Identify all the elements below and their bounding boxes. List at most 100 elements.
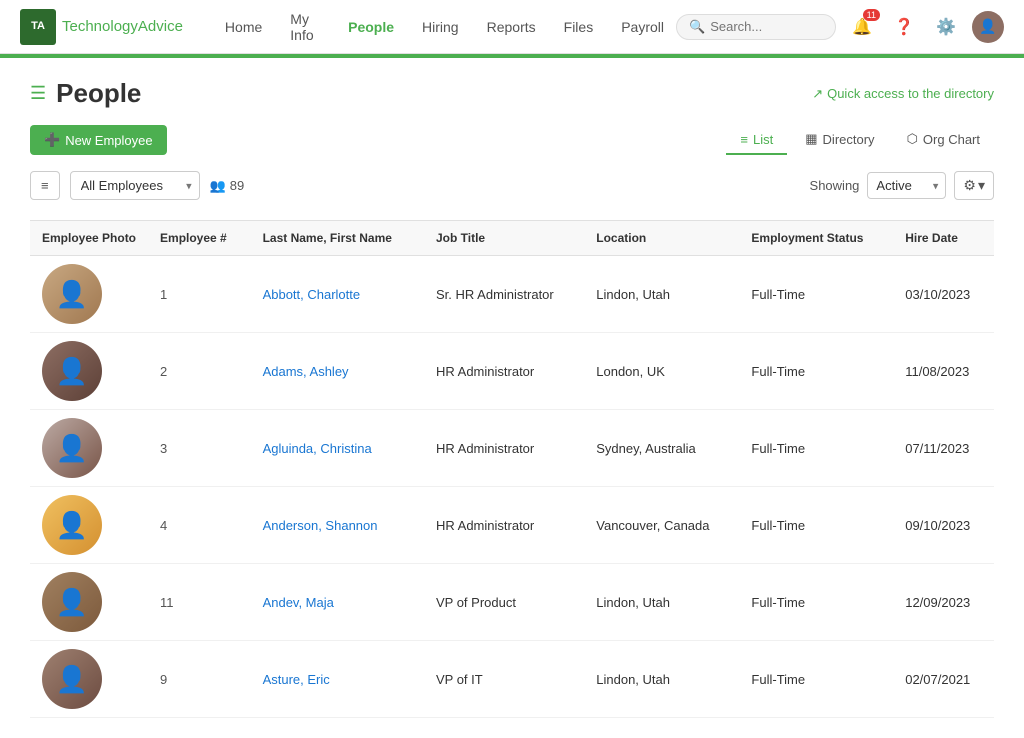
- table-header: Employee Photo Employee # Last Name, Fir…: [30, 221, 994, 256]
- employee-status: Full-Time: [739, 333, 893, 410]
- person-icon: 👤: [56, 433, 88, 464]
- orgchart-icon: ⬡: [907, 131, 918, 147]
- employee-hire-date: 09/10/2023: [893, 487, 994, 564]
- employee-number: 11: [148, 564, 251, 641]
- toolbar: ➕ New Employee ≡ List ▦ Directory ⬡ Org …: [30, 125, 994, 155]
- employee-filter-select[interactable]: All Employees Active Inactive On Leave: [70, 171, 200, 200]
- avatar: 👤: [42, 264, 102, 324]
- nav-payroll[interactable]: Payroll: [609, 13, 676, 41]
- avatar: 👤: [42, 649, 102, 709]
- employee-hire-date: 12/09/2023: [893, 564, 994, 641]
- nav-myinfo[interactable]: My Info: [278, 5, 332, 49]
- nav-home[interactable]: Home: [213, 13, 274, 41]
- quick-access-link[interactable]: ↗ Quick access to the directory: [812, 86, 994, 102]
- employee-name-link[interactable]: Abbott, Charlotte: [263, 287, 361, 302]
- page-header-left: ☰ People: [30, 78, 141, 109]
- logo-text: TA: [31, 20, 45, 32]
- top-navigation: TA TechnologyAdvice Home My Info People …: [0, 0, 1024, 54]
- gear-icon: ⚙️: [936, 17, 956, 37]
- page-header: ☰ People ↗ Quick access to the directory: [30, 78, 994, 109]
- people-icon: 👥: [210, 178, 226, 194]
- search-box[interactable]: 🔍: [676, 14, 836, 40]
- main-content: ☰ People ↗ Quick access to the directory…: [0, 58, 1024, 738]
- employee-job-title: HR Administrator: [424, 487, 584, 564]
- tab-orgchart[interactable]: ⬡ Org Chart: [893, 125, 994, 155]
- filter-right: Showing Active Inactive All ▾ ⚙ ▾: [810, 171, 994, 200]
- employee-name-link[interactable]: Adams, Ashley: [263, 364, 349, 379]
- employee-photo-cell: 👤: [30, 564, 148, 641]
- new-employee-button[interactable]: ➕ New Employee: [30, 125, 167, 155]
- nav-people[interactable]: People: [336, 13, 406, 41]
- col-photo: Employee Photo: [30, 221, 148, 256]
- plus-icon: ➕: [44, 132, 60, 148]
- employee-name-cell: Andev, Maja: [251, 564, 424, 641]
- employee-number: 1: [148, 256, 251, 333]
- employee-job-title: HR Administrator: [424, 410, 584, 487]
- employee-name-link[interactable]: Agluinda, Christina: [263, 441, 372, 456]
- avatar: 👤: [42, 341, 102, 401]
- filter-bar: ≡ All Employees Active Inactive On Leave…: [30, 171, 994, 208]
- employee-location: Vancouver, Canada: [584, 487, 739, 564]
- employee-photo-cell: 👤: [30, 333, 148, 410]
- employee-number: 4: [148, 487, 251, 564]
- brand-name: TechnologyAdvice: [62, 18, 183, 35]
- employee-number: 2: [148, 333, 251, 410]
- tab-directory[interactable]: ▦ Directory: [791, 125, 888, 155]
- user-avatar[interactable]: 👤: [972, 11, 1004, 43]
- employee-location: Sydney, Australia: [584, 410, 739, 487]
- employee-location: Lindon, Utah: [584, 564, 739, 641]
- person-icon: 👤: [56, 664, 88, 695]
- showing-filter-select[interactable]: Active Inactive All: [867, 172, 946, 199]
- nav-reports[interactable]: Reports: [475, 13, 548, 41]
- avatar: 👤: [42, 418, 102, 478]
- list-icon: ≡: [740, 132, 748, 147]
- table-body: 👤 1 Abbott, Charlotte Sr. HR Administrat…: [30, 256, 994, 718]
- table-row: 👤 4 Anderson, Shannon HR Administrator V…: [30, 487, 994, 564]
- nav-hiring[interactable]: Hiring: [410, 13, 471, 41]
- table-settings-button[interactable]: ⚙ ▾: [954, 171, 994, 200]
- table-row: 👤 2 Adams, Ashley HR Administrator Londo…: [30, 333, 994, 410]
- employee-photo-cell: 👤: [30, 487, 148, 564]
- employee-status: Full-Time: [739, 564, 893, 641]
- person-icon: 👤: [56, 510, 88, 541]
- table-row: 👤 11 Andev, Maja VP of Product Lindon, U…: [30, 564, 994, 641]
- filter-icon: ≡: [41, 178, 49, 193]
- employee-photo-cell: 👤: [30, 256, 148, 333]
- employees-table: Employee Photo Employee # Last Name, Fir…: [30, 220, 994, 718]
- employee-status: Full-Time: [739, 410, 893, 487]
- search-input[interactable]: [710, 19, 823, 34]
- nav-files[interactable]: Files: [552, 13, 606, 41]
- employee-hire-date: 11/08/2023: [893, 333, 994, 410]
- employee-job-title: Sr. HR Administrator: [424, 256, 584, 333]
- avatar: 👤: [42, 572, 102, 632]
- help-button[interactable]: ❓: [888, 11, 920, 43]
- tab-list[interactable]: ≡ List: [726, 126, 787, 155]
- employee-number: 3: [148, 410, 251, 487]
- avatar-icon: 👤: [979, 18, 996, 35]
- help-icon: ❓: [894, 17, 914, 37]
- nav-right: 🔍 🔔 11 ❓ ⚙️ 👤: [676, 11, 1004, 43]
- person-icon: 👤: [56, 356, 88, 387]
- col-location: Location: [584, 221, 739, 256]
- employee-name-link[interactable]: Asture, Eric: [263, 672, 330, 687]
- employee-name-cell: Anderson, Shannon: [251, 487, 424, 564]
- external-link-icon: ↗: [812, 86, 823, 102]
- employee-name-link[interactable]: Andev, Maja: [263, 595, 334, 610]
- employee-job-title: VP of Product: [424, 564, 584, 641]
- notifications-button[interactable]: 🔔 11: [846, 11, 878, 43]
- employee-name-link[interactable]: Anderson, Shannon: [263, 518, 378, 533]
- employee-name-cell: Abbott, Charlotte: [251, 256, 424, 333]
- employee-filter-wrapper: All Employees Active Inactive On Leave ▾: [70, 171, 200, 200]
- logo-area[interactable]: TA TechnologyAdvice: [20, 9, 183, 45]
- employee-job-title: HR Administrator: [424, 333, 584, 410]
- hamburger-icon[interactable]: ☰: [30, 83, 46, 104]
- employee-location: London, UK: [584, 333, 739, 410]
- settings-button[interactable]: ⚙️: [930, 11, 962, 43]
- employee-hire-date: 03/10/2023: [893, 256, 994, 333]
- employee-name-cell: Adams, Ashley: [251, 333, 424, 410]
- person-icon: 👤: [56, 587, 88, 618]
- filter-toggle-button[interactable]: ≡: [30, 171, 60, 200]
- page-title: People: [56, 78, 141, 109]
- employee-count: 👥 89: [210, 178, 245, 194]
- showing-label: Showing: [810, 178, 860, 193]
